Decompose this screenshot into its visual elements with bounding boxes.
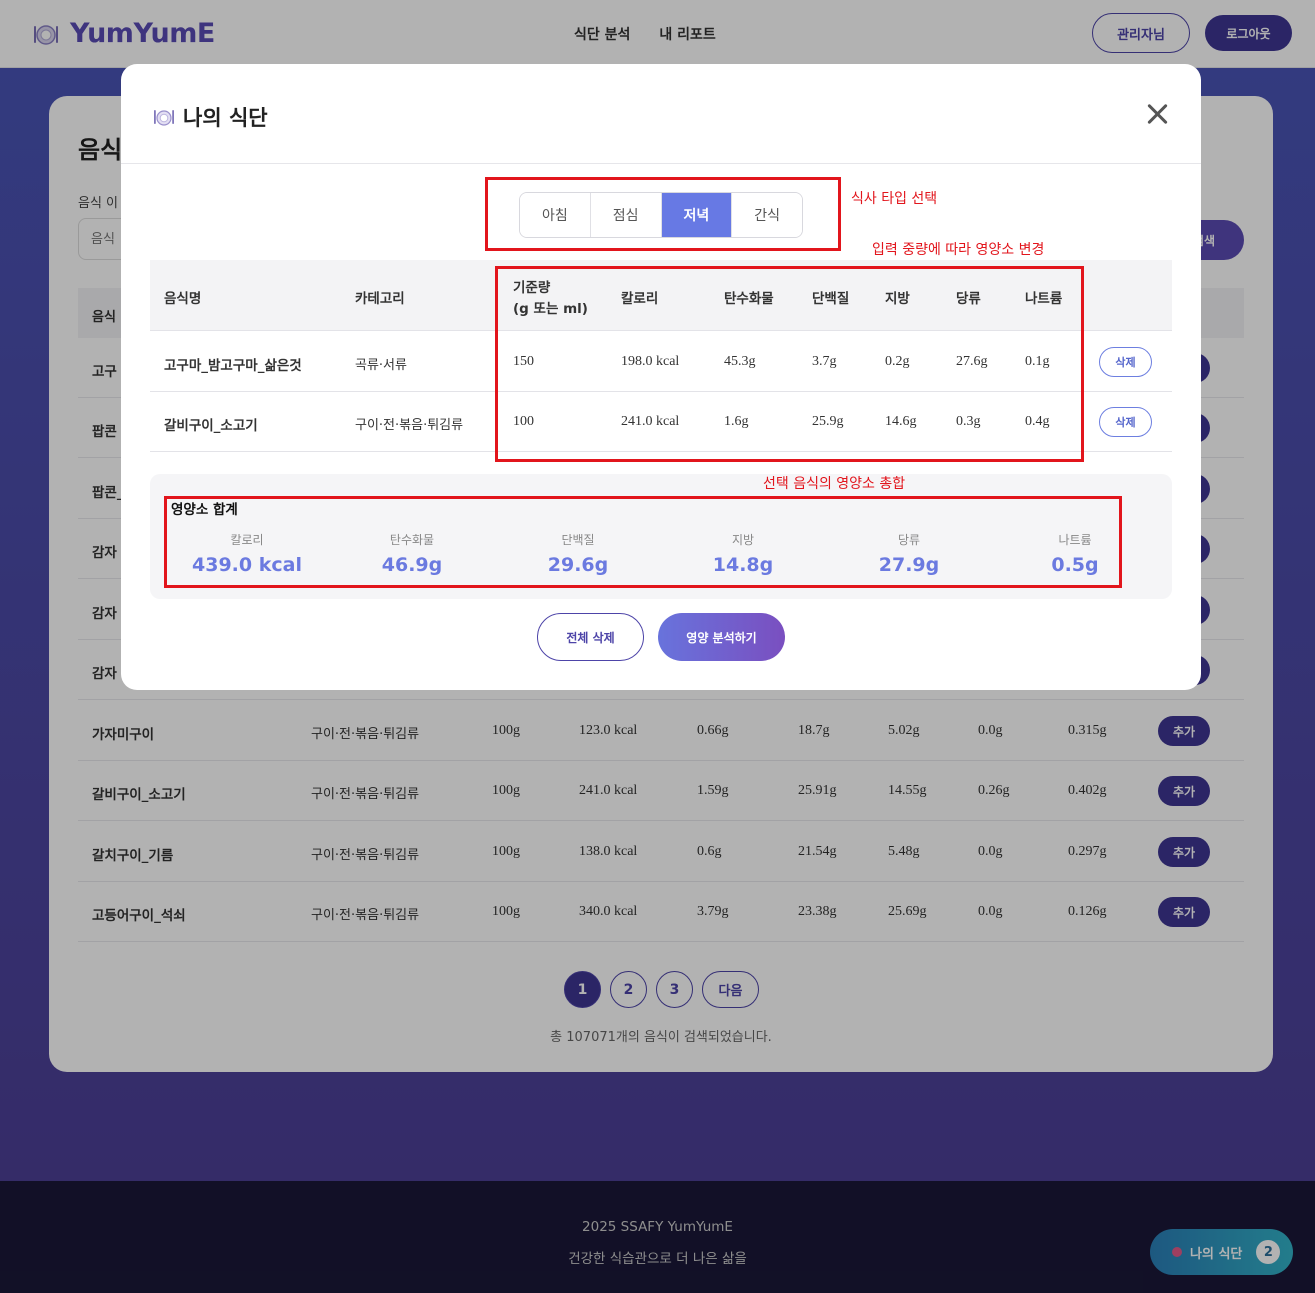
column-header-name: 음식명 — [164, 291, 202, 307]
annotation-box-meal-type — [485, 177, 841, 251]
modal-title-text: 나의 식단 — [183, 106, 268, 130]
modal-header: 나의 식단 — [121, 64, 1201, 164]
modal-title: 나의 식단 — [153, 102, 268, 132]
diet-food-category: 곡류·서류 — [355, 358, 407, 373]
clear-all-button[interactable]: 전체 삭제 — [537, 613, 644, 661]
column-header-category: 카테고리 — [355, 291, 405, 307]
delete-button[interactable]: 삭제 — [1099, 407, 1152, 437]
annotation-amount-change: 입력 중량에 따라 영양소 변경 — [872, 242, 1045, 258]
plate-icon — [153, 106, 175, 128]
diet-food-name: 고구마_밤고구마_삶은것 — [164, 358, 302, 374]
annotation-box-sum — [164, 496, 1122, 588]
annotation-sum: 선택 음식의 영양소 총합 — [763, 476, 906, 492]
analyze-button[interactable]: 영양 분석하기 — [658, 613, 785, 661]
annotation-box-amount — [495, 266, 1084, 462]
delete-button[interactable]: 삭제 — [1099, 347, 1152, 377]
close-icon[interactable] — [1143, 100, 1171, 128]
diet-food-category: 구이·전·볶음·튀김류 — [355, 418, 464, 433]
diet-food-name: 갈비구이_소고기 — [164, 418, 258, 434]
annotation-meal-type: 식사 타입 선택 — [851, 191, 938, 207]
